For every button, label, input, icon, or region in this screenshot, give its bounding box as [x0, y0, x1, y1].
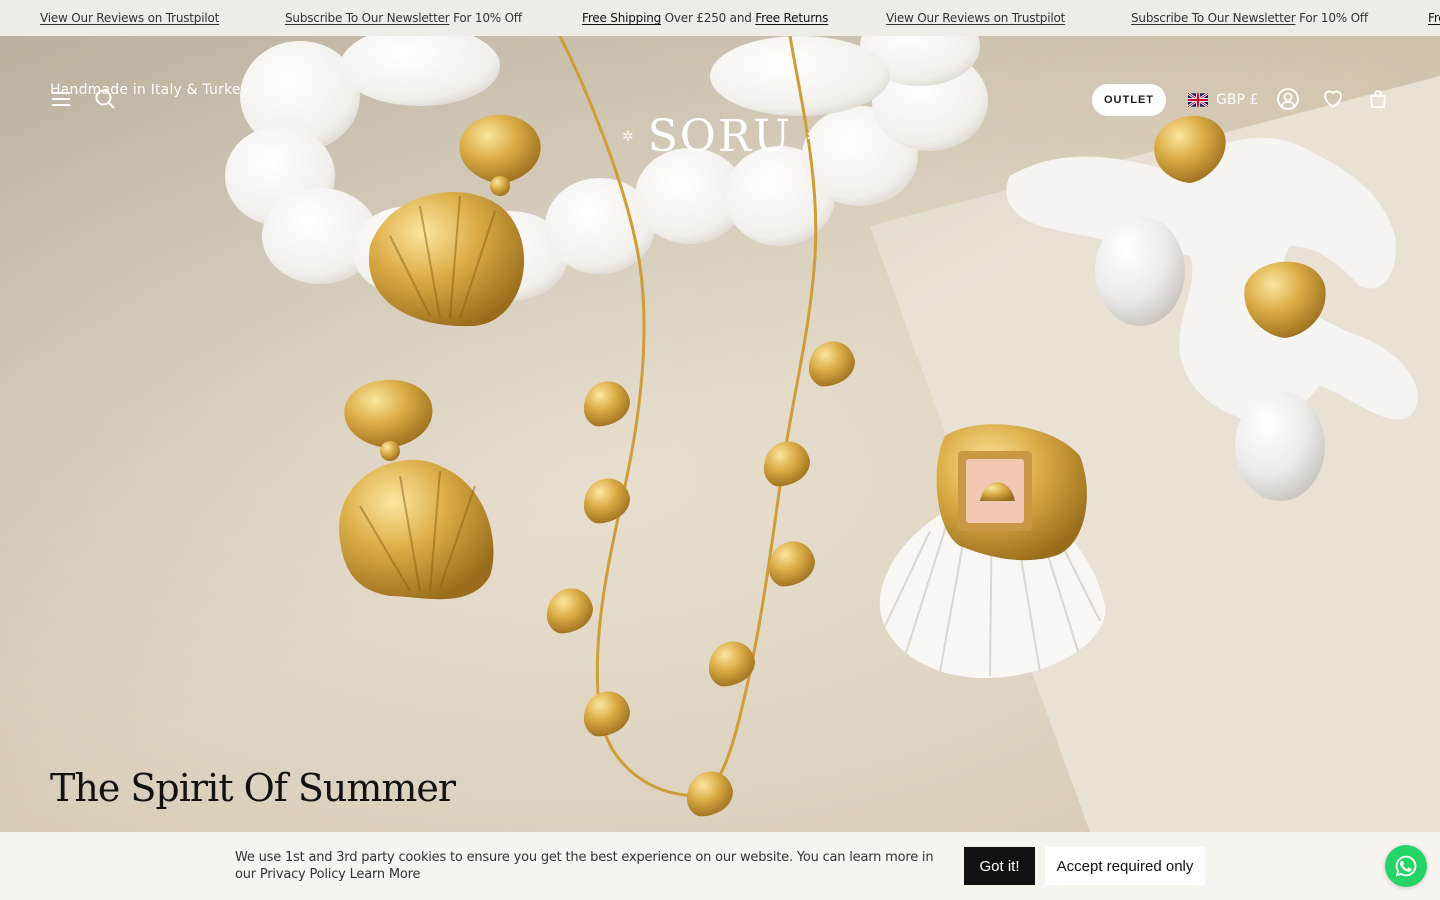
currency-label: GBP £ — [1216, 92, 1259, 108]
whatsapp-icon — [1395, 855, 1417, 877]
handmade-tagline: Handmade in Italy & Turkey — [50, 82, 250, 98]
announce-shipping-partial[interactable]: Fre — [1428, 11, 1440, 25]
announce-shipping[interactable]: Free Shipping Over £250 and Free Returns — [582, 11, 828, 25]
announce-trustpilot-link[interactable]: View Our Reviews on Trustpilot — [886, 11, 1065, 25]
logo-star-icon: ✲ — [806, 127, 818, 144]
uk-flag-icon — [1188, 93, 1208, 107]
accept-cookies-button[interactable]: Got it! — [964, 847, 1035, 885]
accept-required-button[interactable]: Accept required only — [1045, 847, 1205, 885]
announce-newsletter-link[interactable]: Subscribe To Our Newsletter For 10% Off — [285, 11, 522, 25]
wishlist-heart-icon[interactable] — [1320, 86, 1346, 112]
announcement-bar: View Our Reviews on Trustpilot Subscribe… — [0, 0, 1440, 36]
announce-trustpilot-link[interactable]: View Our Reviews on Trustpilot — [40, 11, 219, 25]
soru-logo[interactable]: ✲ SORU ✲ — [612, 110, 828, 162]
whatsapp-chat-button[interactable] — [1385, 845, 1427, 887]
outlet-button[interactable]: OUTLET — [1092, 84, 1166, 116]
cookie-consent-bar: We use 1st and 3rd party cookies to ensu… — [0, 832, 1440, 900]
hero-title: The Spirit Of Summer — [50, 766, 456, 810]
account-icon[interactable] — [1275, 86, 1301, 112]
cookie-text: We use 1st and 3rd party cookies to ensu… — [235, 850, 934, 882]
search-icon[interactable] — [92, 86, 118, 112]
logo-text: SORU — [647, 110, 793, 162]
currency-selector[interactable]: GBP £ — [1188, 90, 1258, 110]
menu-icon[interactable] — [48, 86, 74, 112]
hero-banner[interactable]: Handmade in Italy & Turkey ✲ SORU ✲ OUTL… — [0, 36, 1440, 832]
cart-bag-icon[interactable] — [1365, 86, 1391, 112]
logo-star-icon: ✲ — [622, 127, 634, 144]
announce-newsletter-link[interactable]: Subscribe To Our Newsletter For 10% Off — [1131, 11, 1368, 25]
